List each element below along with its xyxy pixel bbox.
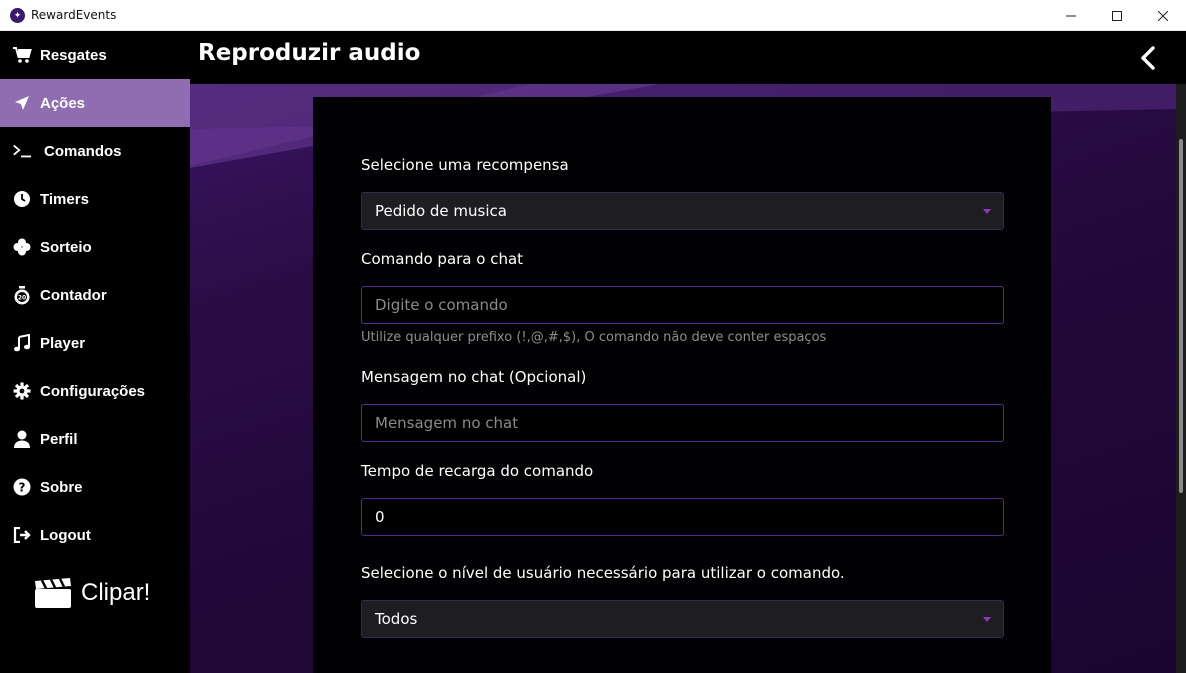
minimize-icon [1066, 15, 1076, 16]
sidebar-item-contador[interactable]: 20 Contador [0, 271, 190, 319]
user-level-value: Todos [375, 610, 418, 628]
sidebar-item-logout[interactable]: Logout [0, 511, 190, 559]
back-button[interactable] [1138, 45, 1158, 71]
clapperboard-icon [35, 578, 71, 608]
reward-label: Selecione uma recompensa [361, 156, 569, 174]
sidebar-item-player[interactable]: Player [0, 319, 190, 367]
logout-icon [12, 525, 32, 545]
title-bar: ✦ RewardEvents [0, 0, 1186, 31]
form-card: Selecione uma recompensa Pedido de music… [313, 97, 1051, 673]
reward-select-value: Pedido de musica [375, 202, 507, 220]
sidebar-item-resgates[interactable]: Resgates [0, 31, 190, 79]
clip-button[interactable]: Clipar! [34, 577, 150, 609]
sidebar-item-configuracoes[interactable]: Configurações [0, 367, 190, 415]
cart-icon [12, 45, 32, 65]
caret-down-icon [983, 617, 991, 622]
command-input[interactable]: Digite o comando [361, 286, 1004, 324]
cooldown-input[interactable]: 0 [361, 498, 1004, 536]
sidebar-item-comandos[interactable]: Comandos [0, 127, 190, 175]
location-arrow-icon [12, 93, 32, 113]
content-area: Selecione uma recompensa Pedido de music… [190, 84, 1176, 673]
maximize-button[interactable] [1094, 0, 1140, 31]
window-title: RewardEvents [31, 8, 117, 22]
page-title: Reproduzir audio [198, 40, 421, 66]
cooldown-label: Tempo de recarga do comando [361, 462, 594, 480]
sidebar-item-perfil[interactable]: Perfil [0, 415, 190, 463]
clock-icon [12, 189, 32, 209]
svg-text:20: 20 [18, 294, 26, 301]
scrollbar-thumb[interactable] [1179, 139, 1183, 493]
window-controls [1048, 0, 1186, 31]
sidebar-item-sobre[interactable]: ? Sobre [0, 463, 190, 511]
sidebar-item-label: Logout [40, 526, 91, 544]
close-button[interactable] [1140, 0, 1186, 31]
question-icon: ? [12, 477, 32, 497]
sidebar-item-acoes[interactable]: Ações [0, 79, 190, 127]
stopwatch-icon: 20 [12, 285, 32, 305]
message-placeholder: Mensagem no chat [375, 414, 519, 432]
command-placeholder: Digite o comando [375, 296, 508, 314]
sidebar-item-timers[interactable]: Timers [0, 175, 190, 223]
minimize-button[interactable] [1048, 0, 1094, 31]
svg-text:?: ? [19, 481, 26, 495]
clover-icon [12, 237, 32, 257]
maximize-icon [1112, 10, 1122, 21]
user-icon [12, 429, 32, 449]
sidebar-item-label: Sorteio [40, 238, 92, 256]
sidebar-item-label: Comandos [44, 142, 122, 160]
music-icon [12, 333, 32, 353]
close-icon [1158, 10, 1168, 21]
sidebar-item-label: Ações [40, 94, 86, 112]
gear-icon [12, 381, 32, 401]
clip-label: Clipar! [81, 579, 151, 606]
command-hint: Utilize qualquer prefixo (!,@,#,$), O co… [361, 330, 827, 345]
app-logo-icon: ✦ [10, 7, 25, 23]
scrollbar[interactable] [1176, 84, 1186, 673]
sidebar-item-label: Player [40, 334, 86, 352]
chevron-left-icon [1141, 46, 1155, 70]
user-level-label: Selecione o nível de usuário necessário … [361, 564, 845, 582]
message-input[interactable]: Mensagem no chat [361, 404, 1004, 442]
sidebar-item-label: Timers [40, 190, 89, 208]
cooldown-value: 0 [375, 508, 385, 526]
sidebar-item-label: Contador [40, 286, 107, 304]
sidebar: Resgates Ações Comandos Timers Sorteio 2… [0, 31, 190, 673]
reward-select[interactable]: Pedido de musica [361, 192, 1004, 230]
sidebar-item-label: Resgates [40, 46, 107, 64]
message-label: Mensagem no chat (Opcional) [361, 368, 587, 386]
command-label: Comando para o chat [361, 250, 524, 268]
sidebar-item-label: Perfil [40, 430, 78, 448]
sidebar-item-label: Sobre [40, 478, 83, 496]
sidebar-item-label: Configurações [40, 382, 146, 400]
page-header: Reproduzir audio [190, 31, 1186, 84]
user-level-select[interactable]: Todos [361, 600, 1004, 638]
terminal-icon [12, 141, 32, 161]
sidebar-item-sorteio[interactable]: Sorteio [0, 223, 190, 271]
caret-down-icon [983, 209, 991, 214]
